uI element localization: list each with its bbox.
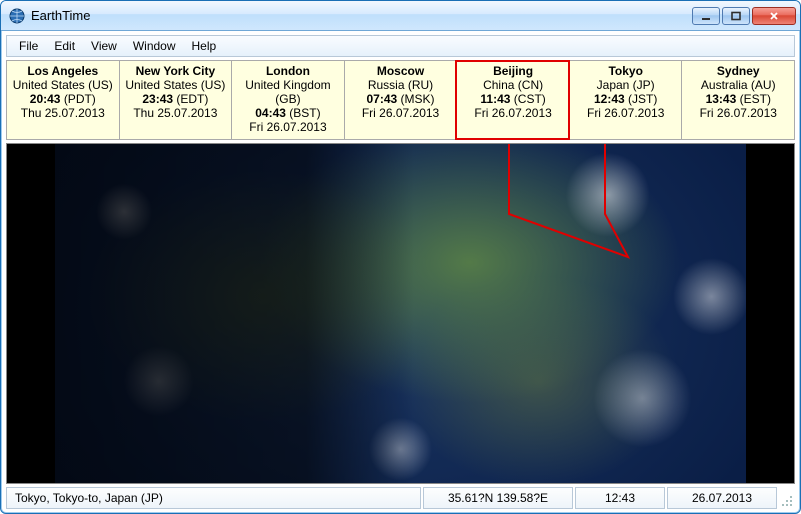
clock-date: Fri 26.07.2013 — [234, 120, 342, 134]
menu-view[interactable]: View — [83, 37, 125, 55]
clock-country: United Kingdom (GB) — [234, 78, 342, 106]
clock-date: Fri 26.07.2013 — [347, 106, 455, 120]
clock-country: United States (US) — [122, 78, 230, 92]
close-button[interactable] — [752, 7, 796, 25]
clock-city: Moscow — [347, 64, 455, 78]
status-date: 26.07.2013 — [667, 487, 777, 509]
menu-window[interactable]: Window — [125, 37, 184, 55]
world-map[interactable] — [6, 143, 795, 484]
clock-cell[interactable]: BeijingChina (CN)11:43 (CST)Fri 26.07.20… — [456, 61, 569, 139]
clock-cell[interactable]: New York CityUnited States (US)23:43 (ED… — [119, 61, 232, 139]
clock-country: Australia (AU) — [684, 78, 792, 92]
clock-city: New York City — [122, 64, 230, 78]
clock-time: 20:43 (PDT) — [9, 92, 117, 106]
menubar: File Edit View Window Help — [6, 35, 795, 57]
clock-country: United States (US) — [9, 78, 117, 92]
clock-cell[interactable]: Los AngelesUnited States (US)20:43 (PDT)… — [7, 61, 119, 139]
clock-time: 11:43 (CST) — [459, 92, 567, 106]
clock-date: Fri 26.07.2013 — [572, 106, 680, 120]
clock-date: Fri 26.07.2013 — [684, 106, 792, 120]
clock-city: Sydney — [684, 64, 792, 78]
clock-time: 12:43 (JST) — [572, 92, 680, 106]
window-buttons — [692, 7, 796, 25]
clock-cell[interactable]: SydneyAustralia (AU)13:43 (EST)Fri 26.07… — [681, 61, 794, 139]
app-window: EarthTime File Edit View Window Help Los… — [0, 0, 801, 514]
clock-city: Tokyo — [572, 64, 680, 78]
titlebar[interactable]: EarthTime — [1, 1, 800, 31]
clock-country: China (CN) — [459, 78, 567, 92]
menu-file[interactable]: File — [11, 37, 46, 55]
clock-city: Beijing — [459, 64, 567, 78]
clock-city: Los Angeles — [9, 64, 117, 78]
window-title: EarthTime — [31, 8, 692, 23]
status-location: Tokyo, Tokyo-to, Japan (JP) — [6, 487, 421, 509]
clock-date: Thu 25.07.2013 — [9, 106, 117, 120]
clock-cell[interactable]: MoscowRussia (RU)07:43 (MSK)Fri 26.07.20… — [344, 61, 457, 139]
menu-help[interactable]: Help — [184, 37, 225, 55]
status-coords: 35.61?N 139.58?E — [423, 487, 573, 509]
clock-panel: Los AngelesUnited States (US)20:43 (PDT)… — [6, 60, 795, 140]
status-time: 12:43 — [575, 487, 665, 509]
maximize-button[interactable] — [722, 7, 750, 25]
clock-time: 13:43 (EST) — [684, 92, 792, 106]
resize-grip[interactable] — [779, 487, 795, 509]
statusbar: Tokyo, Tokyo-to, Japan (JP) 35.61?N 139.… — [6, 487, 795, 509]
clock-time: 04:43 (BST) — [234, 106, 342, 120]
clock-cell[interactable]: TokyoJapan (JP)12:43 (JST)Fri 26.07.2013 — [569, 61, 682, 139]
minimize-button[interactable] — [692, 7, 720, 25]
app-icon — [9, 8, 25, 24]
menu-edit[interactable]: Edit — [46, 37, 83, 55]
map-projection — [55, 144, 746, 483]
clock-date: Thu 25.07.2013 — [122, 106, 230, 120]
clock-date: Fri 26.07.2013 — [459, 106, 567, 120]
clock-country: Japan (JP) — [572, 78, 680, 92]
clock-time: 07:43 (MSK) — [347, 92, 455, 106]
clock-city: London — [234, 64, 342, 78]
clock-time: 23:43 (EDT) — [122, 92, 230, 106]
clock-country: Russia (RU) — [347, 78, 455, 92]
clock-cell[interactable]: LondonUnited Kingdom (GB)04:43 (BST)Fri … — [231, 61, 344, 139]
